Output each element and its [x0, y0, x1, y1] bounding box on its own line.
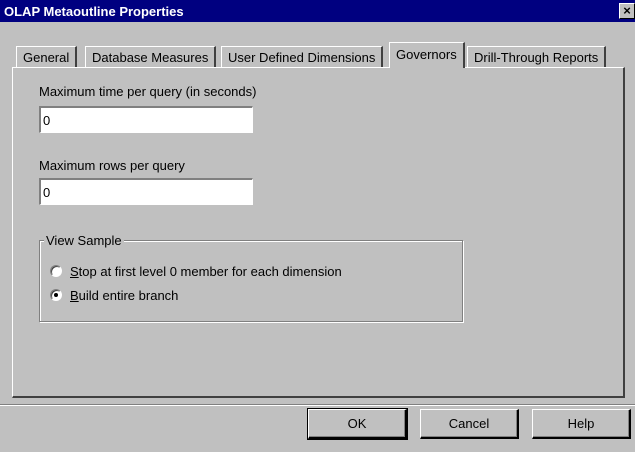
tab-user-defined-dimensions[interactable]: User Defined Dimensions	[221, 46, 384, 67]
tab-governors[interactable]: Governors	[389, 42, 465, 68]
radio-button[interactable]	[50, 265, 62, 277]
radio-label: Build entire branch	[70, 288, 179, 303]
tab-drill-through-reports[interactable]: Drill-Through Reports	[467, 46, 607, 67]
max-time-label: Maximum time per query (in seconds)	[39, 84, 257, 99]
max-rows-input[interactable]	[39, 178, 253, 205]
view-sample-group: View Sample Stop at first level 0 member…	[39, 233, 463, 322]
view-sample-title: View Sample	[44, 233, 124, 248]
cancel-button[interactable]: Cancel	[420, 409, 519, 439]
radio-button[interactable]	[50, 289, 62, 301]
tab-database-measures[interactable]: Database Measures	[85, 46, 217, 67]
max-time-input[interactable]	[39, 106, 253, 133]
radio-label: Stop at first level 0 member for each di…	[70, 264, 342, 279]
separator-highlight	[0, 405, 635, 406]
radio-selected-dot	[54, 293, 58, 297]
help-button[interactable]: Help	[532, 409, 631, 439]
tab-general[interactable]: General	[16, 46, 78, 67]
ok-button[interactable]: OK	[307, 408, 408, 440]
close-icon[interactable]: ×	[619, 3, 635, 19]
max-rows-label: Maximum rows per query	[39, 158, 185, 173]
tab-panel-governors: Maximum time per query (in seconds) Maxi…	[12, 67, 625, 398]
dialog-window: OLAP Metaoutline Properties × General Da…	[0, 0, 635, 452]
window-title: OLAP Metaoutline Properties	[4, 4, 184, 19]
title-bar[interactable]: OLAP Metaoutline Properties ×	[0, 0, 635, 22]
